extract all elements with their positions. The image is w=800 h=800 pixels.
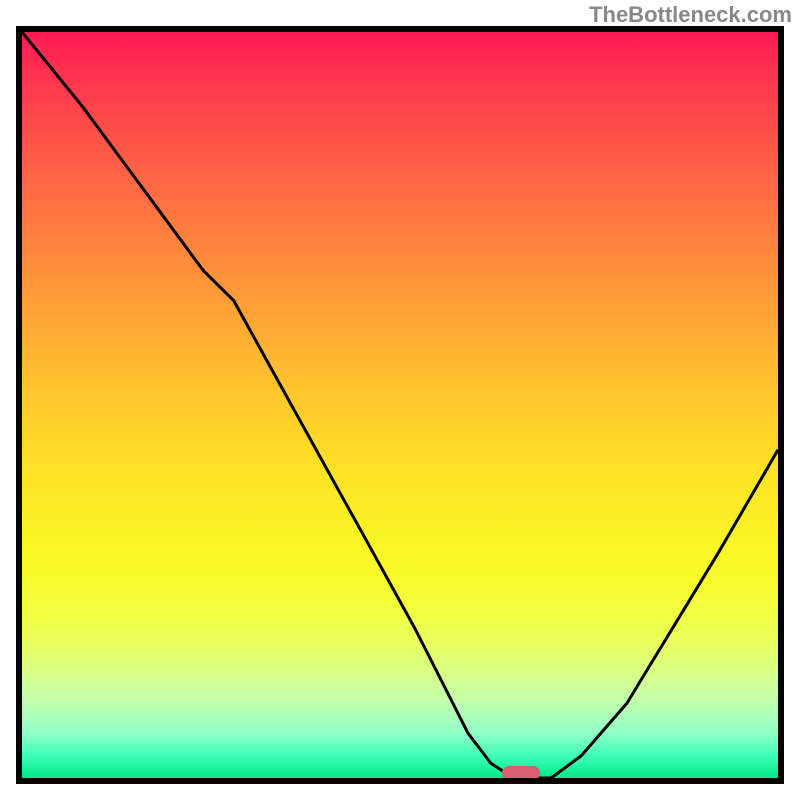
curve-line [22, 32, 778, 778]
plot-area [16, 26, 784, 784]
watermark-text: TheBottleneck.com [589, 2, 792, 28]
optimal-marker [502, 766, 540, 780]
chart-container: TheBottleneck.com [0, 0, 800, 800]
